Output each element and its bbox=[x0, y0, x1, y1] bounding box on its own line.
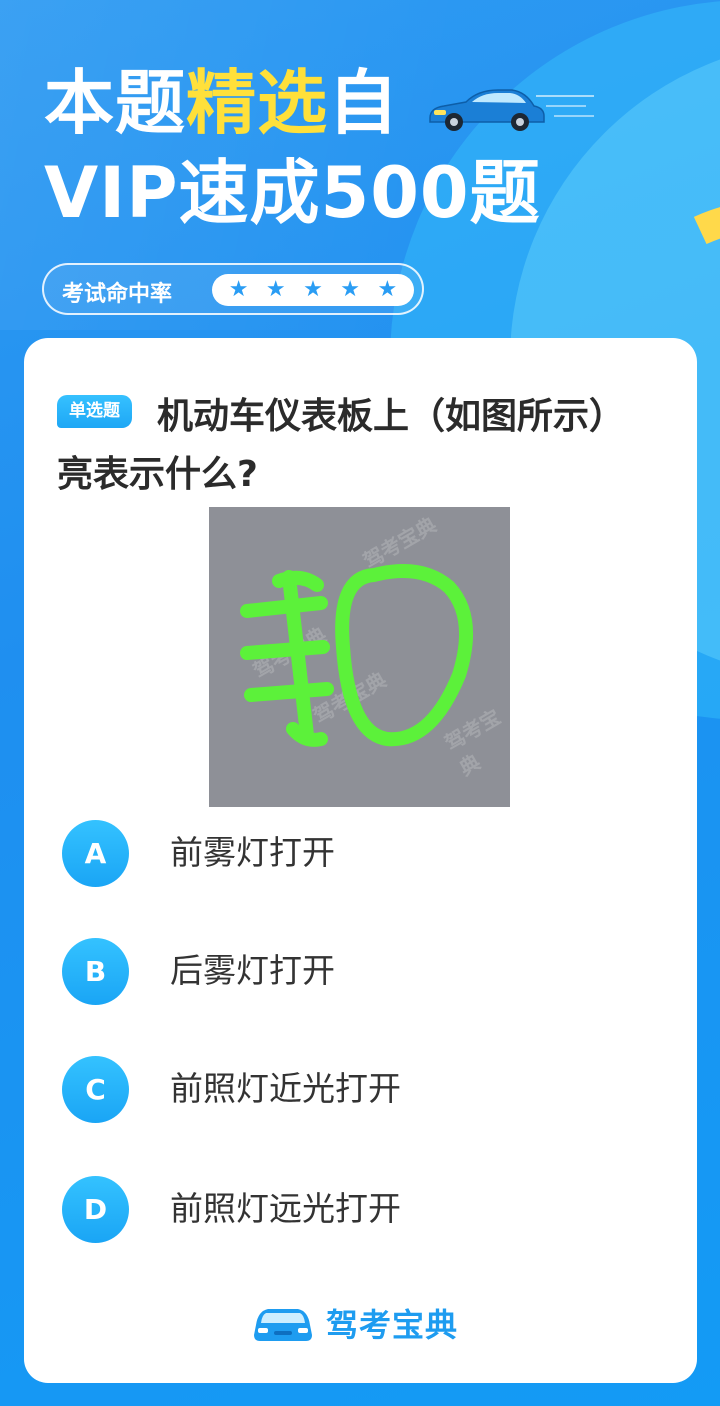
option-a[interactable]: A 前雾灯打开 bbox=[62, 820, 662, 890]
hit-rate-label: 考试命中率 bbox=[62, 282, 173, 307]
headline-highlight: 精选 bbox=[186, 62, 328, 144]
fog-light-indicator-image: 驾考宝典 驾考宝典 驾考宝典 驾考宝典 bbox=[209, 507, 510, 807]
option-b-badge: B bbox=[62, 938, 129, 1005]
star-icon: ★ bbox=[228, 277, 249, 302]
headline-part1: 本题 bbox=[44, 62, 186, 144]
question-type-tag: 单选题 bbox=[57, 395, 132, 428]
fog-light-icon bbox=[240, 564, 474, 747]
hit-rate-pill: 考试命中率 ★ ★ ★ ★ ★ bbox=[42, 263, 424, 315]
option-c-badge: C bbox=[62, 1056, 129, 1123]
option-b-text: 后雾灯打开 bbox=[170, 951, 335, 990]
brand-logo: 驾考宝典 bbox=[250, 1298, 458, 1348]
option-a-text: 前雾灯打开 bbox=[170, 833, 335, 872]
headline-part3: 自 bbox=[328, 62, 399, 144]
star-icon: ★ bbox=[340, 277, 361, 302]
question-text: 机动车仪表板上（如图所示）亮表示什么? bbox=[57, 396, 626, 495]
option-b[interactable]: B 后雾灯打开 bbox=[62, 938, 662, 1008]
star-icon: ★ bbox=[303, 277, 323, 302]
option-d[interactable]: D 前照灯远光打开 bbox=[62, 1176, 662, 1246]
option-a-badge: A bbox=[62, 820, 129, 887]
question-card: 机动车仪表板上（如图所示）亮表示什么? 单选题 驾考宝典 驾考宝典 驾考宝典 驾… bbox=[24, 338, 697, 1383]
option-c[interactable]: C 前照灯近光打开 bbox=[62, 1056, 662, 1126]
rating-stars: ★ ★ ★ ★ ★ bbox=[212, 274, 414, 306]
option-c-text: 前照灯近光打开 bbox=[170, 1069, 401, 1108]
option-d-badge: D bbox=[62, 1176, 129, 1243]
option-d-text: 前照灯远光打开 bbox=[170, 1189, 401, 1228]
car-logo-icon bbox=[254, 1309, 312, 1341]
speeding-car-icon bbox=[429, 89, 594, 131]
headline-line2: VIP速成500题 bbox=[44, 152, 541, 234]
star-icon: ★ bbox=[265, 277, 286, 302]
star-icon: ★ bbox=[377, 277, 398, 302]
brand-name: 驾考宝典 bbox=[326, 1306, 459, 1344]
